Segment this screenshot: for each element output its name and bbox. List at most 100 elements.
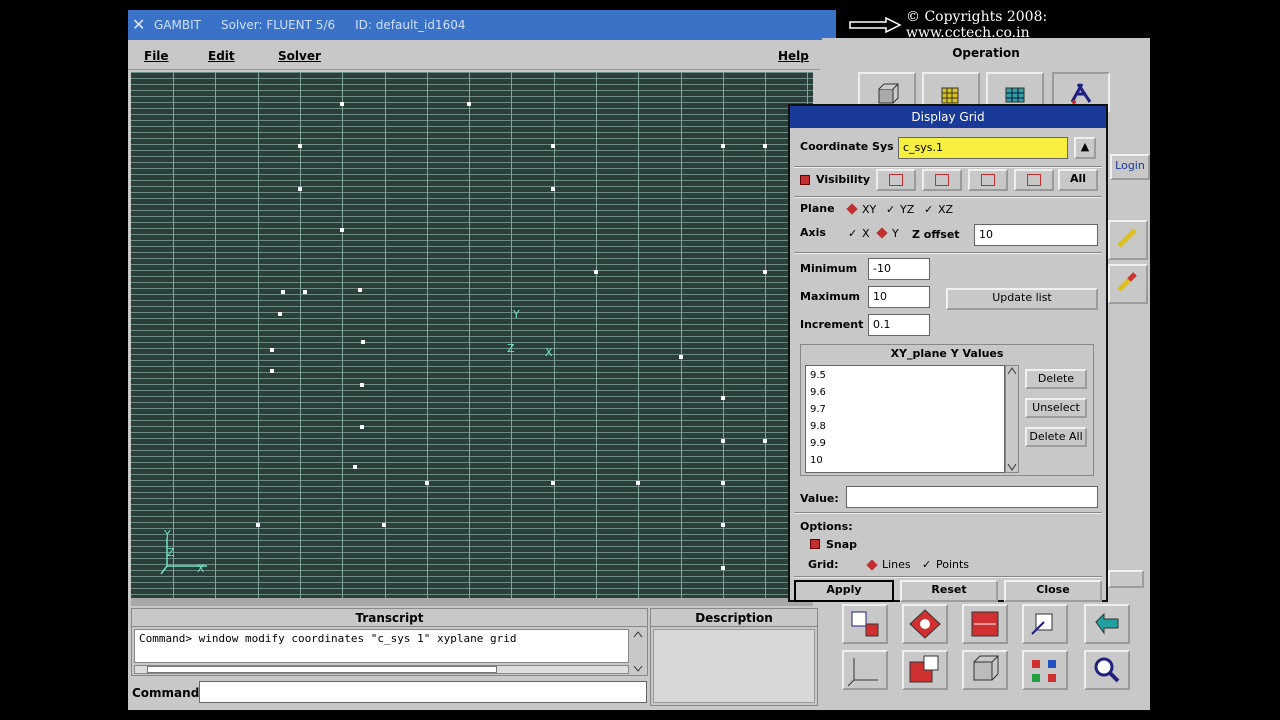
separator <box>794 252 1102 254</box>
plane-xz-radio[interactable]: ✓ <box>924 203 933 216</box>
undo-icon[interactable] <box>1084 604 1130 644</box>
triad-axis-z: Z <box>167 546 175 559</box>
grid-lines-radio[interactable] <box>866 559 878 571</box>
separator <box>794 576 1102 578</box>
snap-label: Snap <box>826 538 858 551</box>
list-item[interactable]: 9.9 <box>810 438 826 449</box>
transcript-text: Command> window modify coordinates "c_sy… <box>134 629 629 663</box>
values-list-scrollbar[interactable] <box>1005 365 1019 473</box>
app-name: GAMBIT <box>154 18 201 32</box>
select-icon[interactable] <box>1022 604 1068 644</box>
axis-x-radio[interactable]: ✓ <box>848 227 857 240</box>
grid-points-radio[interactable]: ✓ <box>922 558 931 571</box>
eraser-tool-button[interactable] <box>1108 264 1148 304</box>
grid-point <box>281 290 285 294</box>
visibility-all-button[interactable]: All <box>1058 169 1098 191</box>
command-label: Command: <box>132 686 205 700</box>
visibility-quad-4-button[interactable] <box>1014 169 1054 191</box>
grid-point <box>763 439 767 443</box>
minimum-field[interactable]: -10 <box>868 258 930 280</box>
value-field[interactable] <box>846 486 1098 508</box>
grid-point <box>270 348 274 352</box>
list-item[interactable]: 9.8 <box>810 421 826 432</box>
scroll-thumb[interactable] <box>147 666 497 673</box>
center-axis-z: Z <box>507 342 515 355</box>
close-button[interactable]: Close <box>1004 580 1102 602</box>
view-toggle-icon[interactable] <box>842 604 888 644</box>
menu-help[interactable]: Help <box>778 49 809 63</box>
grid-line <box>723 72 724 598</box>
render-icon[interactable] <box>902 604 948 644</box>
zoffset-label: Z offset <box>912 228 960 241</box>
color-map-icon[interactable] <box>1022 650 1068 690</box>
plane-xz-label: XZ <box>938 203 954 216</box>
grid-line <box>469 72 470 598</box>
delete-button[interactable]: Delete <box>1025 369 1087 389</box>
grid-point <box>721 144 725 148</box>
grid-point <box>636 481 640 485</box>
visibility-checkbox[interactable] <box>800 175 810 185</box>
plane-label: Plane <box>800 202 835 215</box>
main-window: ✕ GAMBIT Solver: FLUENT 5/6 ID: default_… <box>128 10 836 710</box>
grid-quadrant-icon <box>981 174 995 186</box>
zoom-icon[interactable] <box>1084 650 1130 690</box>
update-list-button[interactable]: Update list <box>946 288 1098 310</box>
list-item[interactable]: 9.5 <box>810 370 826 381</box>
zoffset-field[interactable]: 10 <box>974 224 1098 246</box>
list-item[interactable]: 10 <box>810 455 823 466</box>
command-input[interactable] <box>199 681 647 703</box>
grid-line <box>173 72 174 598</box>
login-button[interactable]: Login <box>1110 154 1150 180</box>
delete-all-button[interactable]: Delete All <box>1025 427 1087 447</box>
grid-point <box>360 383 364 387</box>
grid-points-label: Points <box>936 558 970 571</box>
plane-xy-radio[interactable] <box>846 203 858 215</box>
coordinate-sys-field[interactable]: c_sys.1 <box>898 137 1068 159</box>
panel-small-button[interactable] <box>1108 570 1144 588</box>
menu-bar: File Edit Solver Help <box>128 44 820 70</box>
shade-icon[interactable] <box>902 650 948 690</box>
values-list[interactable]: 9.5 9.6 9.7 9.8 9.9 10 <box>805 365 1005 473</box>
graphics-window[interactable]: Y Z X Y X Z <box>131 72 813 598</box>
increment-field[interactable]: 0.1 <box>868 314 930 336</box>
grid-point <box>353 465 357 469</box>
grid-point <box>763 270 767 274</box>
menu-file[interactable]: File <box>144 49 169 63</box>
label-icon[interactable] <box>962 604 1008 644</box>
visibility-quad-3-button[interactable] <box>968 169 1008 191</box>
grid-quadrant-icon <box>889 174 903 186</box>
menu-edit[interactable]: Edit <box>208 49 235 63</box>
grid-point <box>594 270 598 274</box>
visibility-quad-2-button[interactable] <box>922 169 962 191</box>
separator <box>794 166 1102 168</box>
visibility-label: Visibility <box>816 173 871 186</box>
axis-x-label: X <box>862 227 870 240</box>
unselect-button[interactable]: Unselect <box>1025 398 1087 418</box>
grid-point <box>361 340 365 344</box>
grid-line <box>300 72 301 598</box>
grid-point <box>721 439 725 443</box>
maximum-field[interactable]: 10 <box>868 286 930 308</box>
pencil-tool-button[interactable] <box>1108 220 1148 260</box>
visibility-quad-1-button[interactable] <box>876 169 916 191</box>
value-label: Value: <box>800 492 839 505</box>
coordinate-icon[interactable] <box>842 650 888 690</box>
grid-point <box>551 144 555 148</box>
arrow-icon <box>848 16 902 34</box>
snap-checkbox[interactable] <box>810 539 820 549</box>
cube-view-icon[interactable] <box>962 650 1008 690</box>
grid-point <box>340 102 344 106</box>
transcript-vscrollbar[interactable] <box>630 629 646 674</box>
list-item[interactable]: 9.7 <box>810 404 826 415</box>
list-item[interactable]: 9.6 <box>810 387 826 398</box>
plane-yz-radio[interactable]: ✓ <box>886 203 895 216</box>
transcript-hscrollbar[interactable] <box>134 665 629 674</box>
reset-button[interactable]: Reset <box>900 580 998 602</box>
axis-y-radio[interactable] <box>876 227 888 239</box>
grid-point <box>721 481 725 485</box>
graphics-scrollbar[interactable] <box>131 598 813 606</box>
menu-solver[interactable]: Solver <box>278 49 321 63</box>
triad-axis-y: Y <box>164 528 171 541</box>
coordinate-sys-dropdown[interactable]: ▲ <box>1074 137 1096 159</box>
apply-button[interactable]: Apply <box>794 580 894 602</box>
